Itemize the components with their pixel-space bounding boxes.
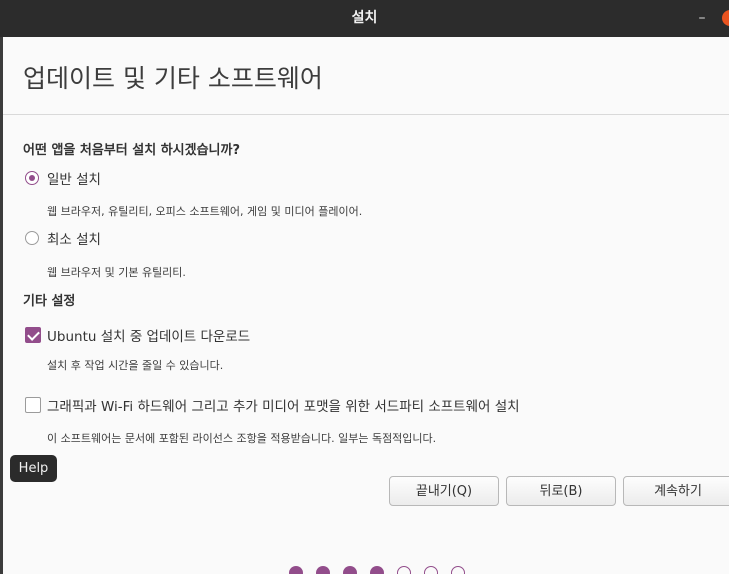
download-updates-option[interactable]: Ubuntu 설치 중 업데이트 다운로드: [25, 325, 250, 345]
header-divider: [3, 114, 729, 115]
normal-install-label[interactable]: 일반 설치: [47, 168, 101, 188]
download-updates-description: 설치 후 작업 시간을 줄일 수 있습니다.: [47, 359, 224, 372]
back-button[interactable]: 뒤로(B): [506, 476, 616, 506]
progress-dot: [343, 566, 357, 574]
other-settings-heading: 기타 설정: [23, 294, 76, 309]
minimal-install-option[interactable]: 최소 설치: [25, 228, 101, 248]
minimal-install-radio[interactable]: [25, 231, 39, 245]
third-party-option[interactable]: 그래픽과 Wi-Fi 하드웨어 그리고 추가 미디어 포맷을 위한 서드파티 소…: [25, 395, 520, 415]
window-title: 설치: [351, 10, 378, 26]
help-tooltip: Help: [10, 455, 57, 482]
progress-dot: [370, 566, 384, 574]
install-type-question: 어떤 앱을 처음부터 설치 하시겠습니까?: [23, 143, 241, 158]
normal-install-option[interactable]: 일반 설치: [25, 168, 101, 188]
third-party-checkbox[interactable]: [25, 397, 41, 413]
minimal-install-label[interactable]: 최소 설치: [47, 228, 101, 248]
title-bar: 설치 –: [0, 0, 729, 37]
page-title: 업데이트 및 기타 소프트웨어: [23, 64, 323, 93]
normal-install-radio[interactable]: [25, 171, 39, 185]
download-updates-label[interactable]: Ubuntu 설치 중 업데이트 다운로드: [47, 325, 250, 345]
progress-dot: [316, 566, 330, 574]
progress-dot: [397, 566, 411, 574]
progress-dot: [424, 566, 438, 574]
normal-install-description: 웹 브라우저, 유틸리티, 오피스 소프트웨어, 게임 및 미디어 플레이어.: [47, 205, 363, 218]
installer-window: 업데이트 및 기타 소프트웨어 어떤 앱을 처음부터 설치 하시겠습니까? 일반…: [3, 37, 729, 574]
continue-button[interactable]: 계속하기: [623, 476, 729, 506]
third-party-description: 이 소프트웨어는 문서에 포함된 라이선스 조항을 적용받습니다. 일부는 독점…: [47, 432, 437, 445]
minimize-button[interactable]: –: [692, 6, 712, 30]
third-party-label[interactable]: 그래픽과 Wi-Fi 하드웨어 그리고 추가 미디어 포맷을 위한 서드파티 소…: [47, 395, 520, 415]
quit-button[interactable]: 끝내기(Q): [389, 476, 499, 506]
progress-dot: [451, 566, 465, 574]
progress-dot: [289, 566, 303, 574]
download-updates-checkbox[interactable]: [25, 327, 41, 343]
minimal-install-description: 웹 브라우저 및 기본 유틸리티.: [47, 266, 186, 279]
